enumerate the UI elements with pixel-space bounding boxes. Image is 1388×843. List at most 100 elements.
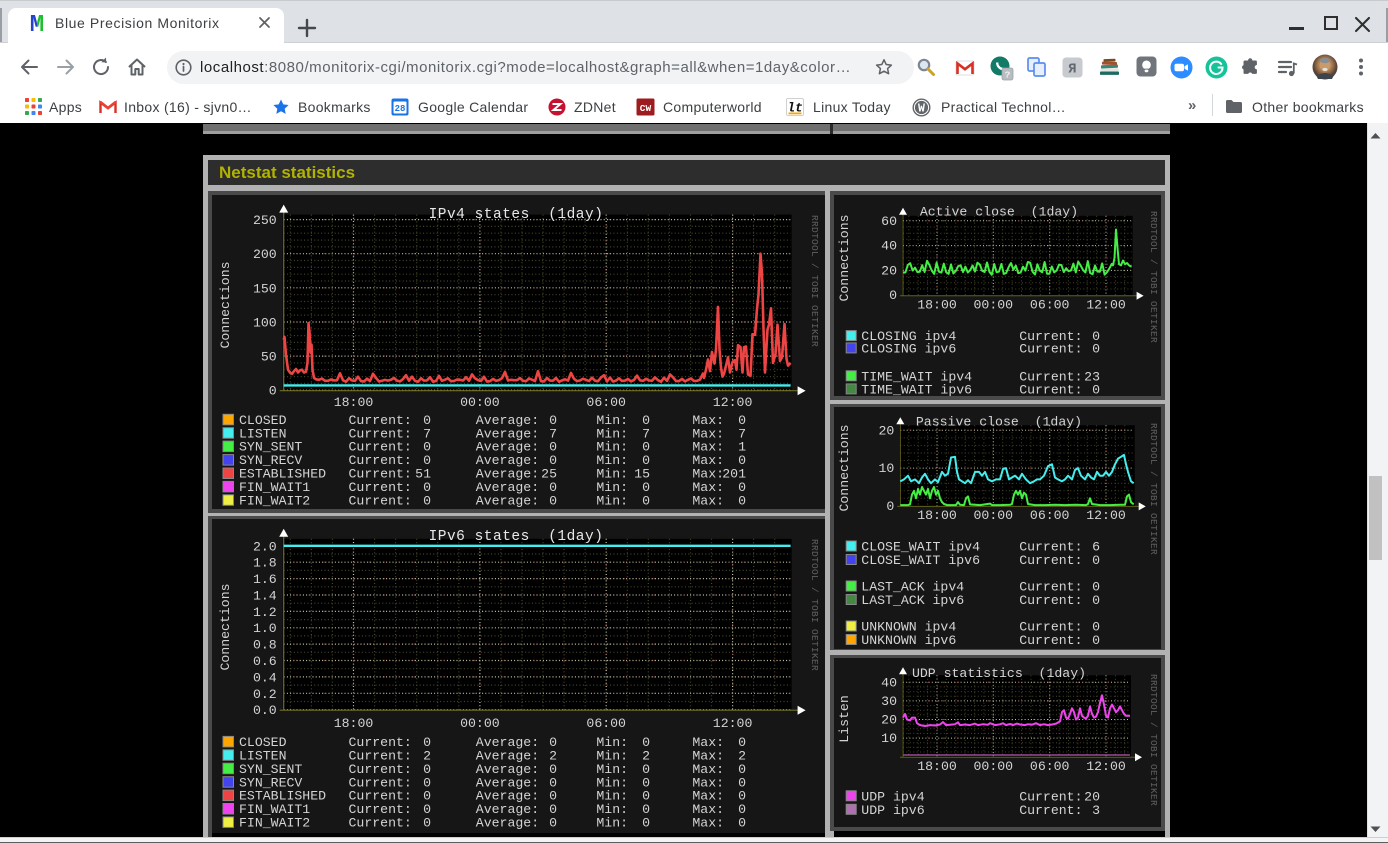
svg-text:1.0: 1.0 [253, 621, 277, 636]
svg-text:Current:: Current: [1019, 593, 1082, 608]
svg-text:0.8: 0.8 [253, 638, 277, 653]
svg-text:0: 0 [738, 816, 746, 831]
svg-text:0: 0 [738, 493, 746, 508]
svg-text:100: 100 [253, 316, 277, 331]
svg-text:00:00: 00:00 [460, 716, 500, 731]
svg-text:0.6: 0.6 [253, 654, 277, 669]
svg-text:12:00: 12:00 [1086, 298, 1126, 313]
svg-text:00:00: 00:00 [460, 395, 500, 410]
svg-text:18:00: 18:00 [917, 759, 957, 774]
svg-text:0: 0 [642, 493, 650, 508]
svg-text:Max:: Max: [692, 493, 724, 508]
svg-text:18:00: 18:00 [917, 508, 957, 523]
svg-text:2.0: 2.0 [253, 539, 277, 554]
svg-text:0.0: 0.0 [253, 703, 277, 718]
svg-text:Current:: Current: [1019, 383, 1082, 397]
svg-text:00:00: 00:00 [974, 759, 1014, 774]
svg-text:RRDTOOL / TOBI OETIKER: RRDTOOL / TOBI OETIKER [1148, 674, 1159, 806]
svg-text:0: 0 [423, 493, 431, 508]
svg-text:06:00: 06:00 [586, 716, 626, 731]
svg-text:Listen: Listen [837, 695, 852, 742]
svg-text:Connections: Connections [837, 424, 852, 511]
svg-text:Current:: Current: [349, 493, 412, 508]
svg-text:W: W [918, 103, 925, 116]
svg-text:CLOSE_WAIT ipv6: CLOSE_WAIT ipv6 [861, 553, 980, 568]
svg-text:06:00: 06:00 [1030, 508, 1070, 523]
svg-text:0: 0 [1092, 593, 1100, 608]
svg-text:0: 0 [1092, 383, 1100, 397]
svg-text:FIN_WAIT2: FIN_WAIT2 [239, 493, 310, 508]
svg-text:Current:: Current: [1019, 553, 1082, 568]
svg-text:RRDTOOL / TOBI OETIKER: RRDTOOL / TOBI OETIKER [1148, 211, 1159, 343]
svg-text:Current:: Current: [1019, 803, 1082, 818]
svg-text:12:00: 12:00 [713, 395, 753, 410]
svg-text:Connections: Connections [837, 214, 852, 301]
svg-text:Average:: Average: [476, 816, 539, 831]
svg-text:0.4: 0.4 [253, 670, 277, 685]
svg-text:1.6: 1.6 [253, 572, 277, 587]
svg-text:00:00: 00:00 [974, 298, 1014, 313]
svg-text:Min:: Min: [596, 816, 628, 831]
svg-text:3: 3 [1092, 803, 1100, 818]
svg-text:RRDTOOL / TOBI OETIKER: RRDTOOL / TOBI OETIKER [809, 539, 820, 671]
svg-text:0: 0 [269, 384, 277, 399]
svg-text:06:00: 06:00 [1030, 298, 1070, 313]
svg-text:12:00: 12:00 [1086, 759, 1126, 774]
svg-text:20: 20 [881, 713, 897, 728]
svg-text:12:00: 12:00 [713, 716, 753, 731]
svg-text:200: 200 [253, 247, 277, 262]
svg-text:M: M [30, 12, 44, 33]
svg-text:Current:: Current: [1019, 342, 1082, 357]
svg-text:18:00: 18:00 [334, 395, 374, 410]
svg-text:CW: CW [640, 103, 652, 114]
svg-text:Connections: Connections [218, 583, 233, 670]
svg-text:?: ? [1005, 70, 1011, 81]
svg-text:Average:: Average: [476, 493, 539, 508]
svg-text:30: 30 [881, 694, 897, 709]
svg-text:R: R [1068, 63, 1077, 78]
svg-text:06:00: 06:00 [586, 395, 626, 410]
svg-text:0: 0 [423, 816, 431, 831]
svg-text:Current:: Current: [349, 816, 412, 831]
svg-text:Passive close (1day): Passive close (1day) [916, 415, 1082, 430]
svg-text:150: 150 [253, 281, 277, 296]
svg-text:RRDTOOL / TOBI OETIKER: RRDTOOL / TOBI OETIKER [1148, 423, 1159, 555]
svg-text:0: 0 [642, 816, 650, 831]
svg-text:0: 0 [1092, 553, 1100, 568]
svg-text:10: 10 [878, 461, 894, 476]
svg-text:250: 250 [253, 213, 277, 228]
svg-text:1.2: 1.2 [253, 605, 277, 620]
svg-text:0: 0 [549, 816, 557, 831]
svg-text:18:00: 18:00 [334, 716, 374, 731]
svg-text:00:00: 00:00 [974, 508, 1014, 523]
svg-text:60: 60 [881, 214, 897, 229]
svg-text:0: 0 [889, 288, 897, 303]
svg-text:1.4: 1.4 [253, 589, 277, 604]
svg-text:FIN_WAIT2: FIN_WAIT2 [239, 816, 310, 831]
svg-text:20: 20 [881, 263, 897, 278]
svg-text:0: 0 [1092, 633, 1100, 648]
svg-text:06:00: 06:00 [1030, 759, 1070, 774]
svg-text:LAST_ACK ipv6: LAST_ACK ipv6 [861, 593, 964, 608]
svg-text:TIME_WAIT ipv6: TIME_WAIT ipv6 [861, 383, 972, 397]
svg-text:Min:: Min: [596, 493, 628, 508]
svg-text:0: 0 [549, 493, 557, 508]
svg-text:40: 40 [881, 675, 897, 690]
svg-text:10: 10 [881, 731, 897, 746]
svg-text:28: 28 [395, 104, 406, 114]
svg-text:UNKNOWN ipv6: UNKNOWN ipv6 [861, 633, 956, 648]
svg-text:1.8: 1.8 [253, 556, 277, 571]
svg-text:Max:: Max: [692, 816, 724, 831]
svg-text:0.2: 0.2 [253, 687, 277, 702]
svg-text:20: 20 [878, 423, 894, 438]
svg-text:UDP statistics (1day): UDP statistics (1day) [912, 666, 1086, 681]
svg-text:Current:: Current: [1019, 633, 1082, 648]
svg-text:CLOSING ipv6: CLOSING ipv6 [861, 342, 956, 357]
svg-text:IPv6 states (1day): IPv6 states (1day) [429, 529, 604, 545]
svg-text:12:00: 12:00 [1086, 508, 1126, 523]
svg-text:Active close (1day): Active close (1day) [920, 205, 1078, 220]
svg-text:IPv4 states (1day): IPv4 states (1day) [429, 207, 604, 223]
svg-text:UDP ipv6: UDP ipv6 [861, 803, 924, 818]
svg-text:RRDTOOL / TOBI OETIKER: RRDTOOL / TOBI OETIKER [809, 215, 820, 347]
svg-text:0: 0 [886, 499, 894, 514]
